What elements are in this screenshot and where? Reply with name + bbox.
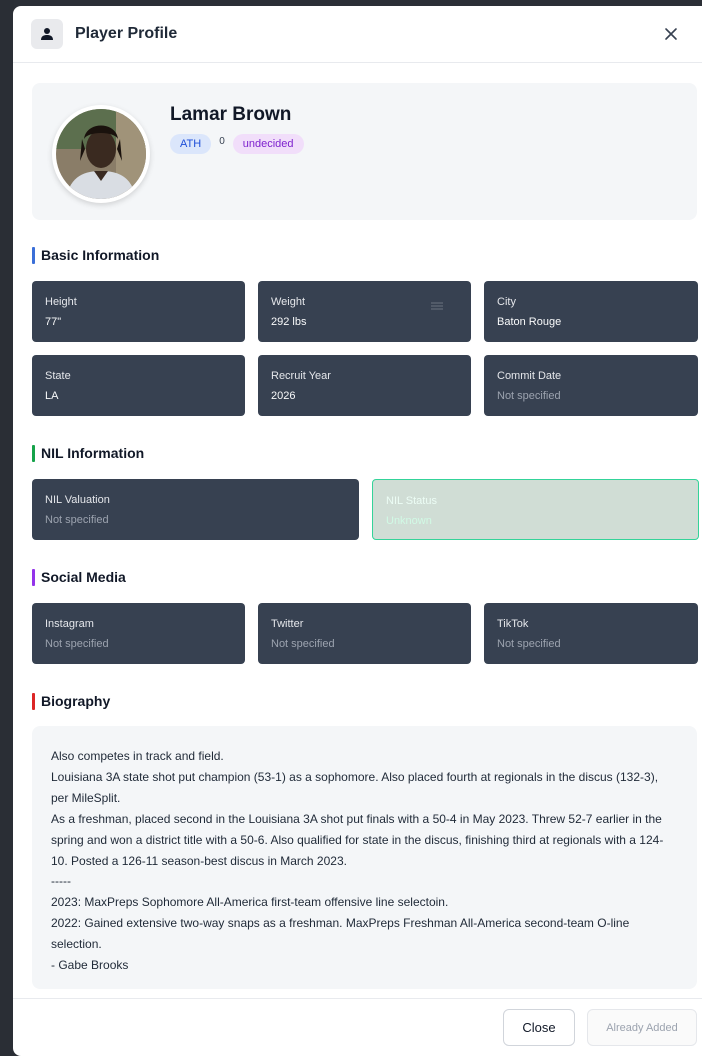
profile-card: Lamar Brown ATH 0 undecided [32, 83, 697, 220]
field-state: State LA [32, 355, 245, 416]
biography-text: Also competes in track and field. Louisi… [32, 726, 697, 989]
bio-line: 2023: MaxPreps Sophomore All-America fir… [51, 895, 449, 910]
section-accent [32, 568, 35, 586]
social-media-grid: Instagram Not specified Twitter Not spec… [32, 603, 698, 664]
basic-info-grid: Height 77" Weight 292 lbs City Baton Rou… [32, 281, 698, 416]
field-label: Height [45, 296, 77, 308]
field-value: Not specified [497, 638, 561, 650]
field-value: 292 lbs [271, 316, 307, 328]
section-title: Biography [41, 693, 111, 709]
close-button[interactable]: Close [503, 1009, 575, 1046]
field-city: City Baton Rouge [484, 281, 698, 342]
jersey-number: 0 [219, 135, 225, 147]
player-name: Lamar Brown [170, 104, 292, 125]
modal-content: Lamar Brown ATH 0 undecided Basic Inform… [13, 63, 702, 989]
player-badges: ATH 0 undecided [170, 134, 304, 154]
bio-line: Louisiana 3A state shot put champion (53… [51, 769, 659, 805]
field-label: NIL Valuation [45, 494, 110, 506]
section-accent [32, 692, 35, 710]
field-nil-status: NIL Status Unknown [372, 479, 699, 540]
field-label: TikTok [497, 618, 529, 630]
backdrop [0, 0, 14, 1056]
section-basic-info: Basic Information [32, 246, 697, 264]
section-title: Social Media [41, 569, 126, 585]
avatar [52, 105, 150, 203]
field-value: Not specified [271, 638, 335, 650]
field-label: Weight [271, 296, 306, 308]
bio-line: - Gabe Brooks [51, 958, 129, 973]
menu-lines-icon [431, 302, 443, 310]
field-label: State [45, 370, 71, 382]
field-value: Not specified [45, 514, 109, 526]
nil-info-grid: NIL Valuation Not specified NIL Status U… [32, 479, 699, 540]
field-value: Not specified [45, 638, 109, 650]
modal-header: Player Profile [13, 6, 702, 63]
field-instagram: Instagram Not specified [32, 603, 245, 664]
field-recruit-year: Recruit Year 2026 [258, 355, 471, 416]
section-social-media: Social Media [32, 568, 697, 586]
field-commit-date: Commit Date Not specified [484, 355, 698, 416]
field-label: NIL Status [386, 495, 437, 507]
field-value: Not specified [497, 390, 561, 402]
user-icon [31, 19, 63, 49]
close-icon[interactable] [658, 21, 684, 47]
player-profile-modal: Player Profile Lamar Brown ATH 0 undecid… [13, 6, 702, 1056]
section-accent [32, 444, 35, 462]
section-title: NIL Information [41, 445, 145, 461]
field-value: Unknown [386, 515, 432, 527]
bio-line: As a freshman, placed second in the Loui… [51, 811, 664, 868]
section-title: Basic Information [41, 247, 160, 263]
section-nil-info: NIL Information [32, 444, 697, 462]
bio-line: 2022: Gained extensive two-way snaps as … [51, 916, 630, 952]
already-added-button[interactable]: Already Added [587, 1009, 697, 1046]
modal-footer: Close Already Added [13, 998, 702, 1056]
field-label: Recruit Year [271, 370, 331, 382]
field-value: 2026 [271, 390, 296, 402]
field-label: City [497, 296, 516, 308]
field-value: LA [45, 390, 59, 402]
section-accent [32, 246, 35, 264]
field-nil-valuation: NIL Valuation Not specified [32, 479, 359, 540]
field-label: Commit Date [497, 370, 562, 382]
field-weight: Weight 292 lbs [258, 281, 471, 342]
field-value: Baton Rouge [497, 316, 562, 328]
position-badge: ATH [170, 134, 212, 154]
section-biography: Biography [32, 692, 697, 710]
field-tiktok: TikTok Not specified [484, 603, 698, 664]
avatar-photo [56, 109, 146, 199]
status-badge: undecided [232, 134, 304, 154]
field-value: 77" [45, 316, 62, 328]
modal-title: Player Profile [75, 25, 178, 42]
field-label: Twitter [271, 618, 304, 630]
field-height: Height 77" [32, 281, 245, 342]
field-label: Instagram [45, 618, 94, 630]
field-twitter: Twitter Not specified [258, 603, 471, 664]
bio-line: ----- [51, 874, 71, 889]
bio-line: Also competes in track and field. [51, 749, 224, 763]
